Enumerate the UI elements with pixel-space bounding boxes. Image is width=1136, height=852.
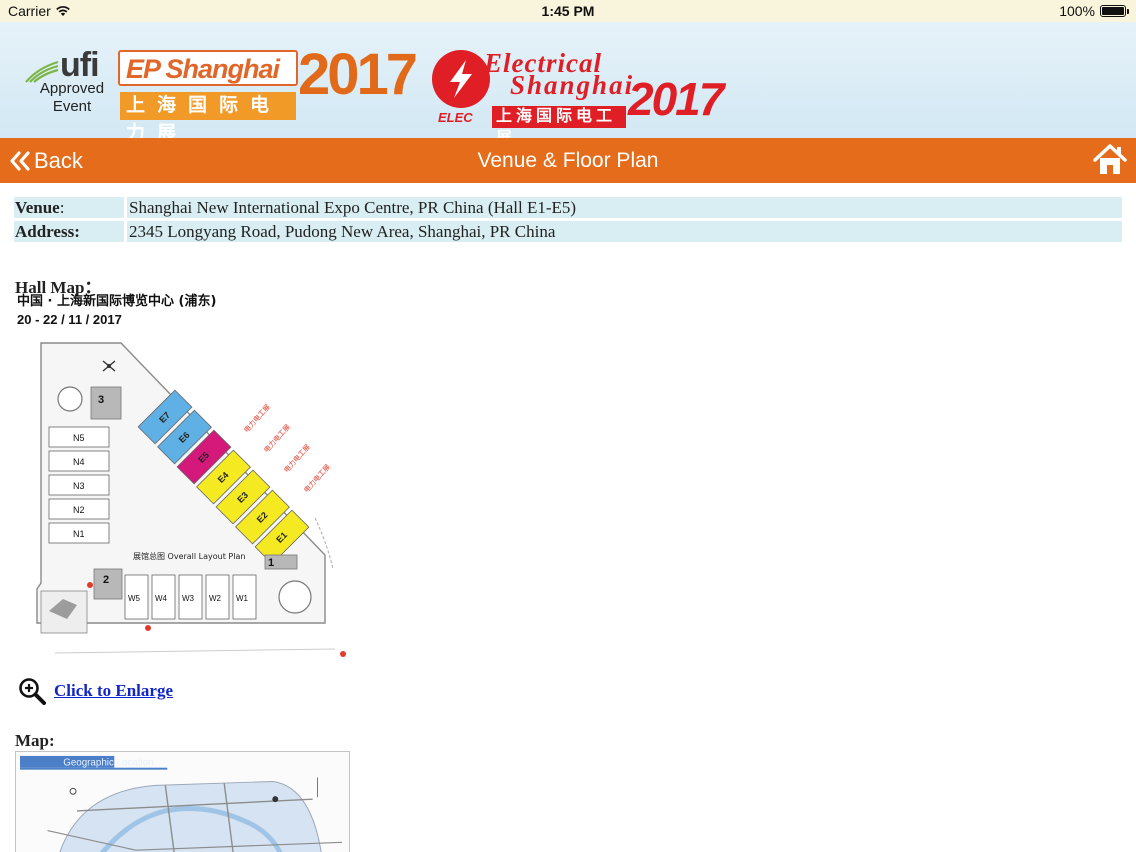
svg-text:电力电工展: 电力电工展 <box>302 462 332 494</box>
venue-label: Venue: <box>14 197 124 218</box>
hall-map-dates: 20 - 22 / 11 / 2017 <box>17 312 122 327</box>
gate-2-label: 2 <box>103 574 109 586</box>
hall-label-n2: N2 <box>73 505 85 515</box>
metro-marker-1 <box>87 582 93 588</box>
venue-value: Shanghai New International Expo Centre, … <box>127 197 1122 218</box>
svg-text:电力电工展: 电力电工展 <box>282 442 312 474</box>
status-time: 1:45 PM <box>541 3 595 19</box>
layout-caption: 展馆总图 Overall Layout Plan <box>133 551 245 561</box>
venue-row: Venue: Shanghai New International Expo C… <box>14 197 1122 218</box>
enlarge-hall-map[interactable]: Click to Enlarge <box>18 677 173 705</box>
carrier-label: Carrier <box>8 3 51 19</box>
gate-1-label: 1 <box>268 557 274 569</box>
back-button[interactable]: Back <box>8 144 83 177</box>
ep-shanghai-logo: EP Shanghai 2017 上海国际电力展 <box>118 46 418 144</box>
gate-3-block <box>90 386 122 420</box>
ep-shanghai-name: EP Shanghai <box>126 54 280 84</box>
shanghai-title: Shanghai <box>510 70 635 100</box>
metro-marker-2 <box>145 625 151 631</box>
zoom-in-icon <box>19 678 46 705</box>
hall-label-w4: W4 <box>155 594 168 603</box>
south-circle <box>278 580 312 614</box>
ep-shanghai-chinese: 上海国际电力展 <box>120 92 296 144</box>
elec-tag: ELEC <box>438 110 473 125</box>
ufi-approved-logo: ufi Approved Event <box>22 46 110 136</box>
electrical-shanghai-chinese: 上海国际电工展 <box>492 106 626 147</box>
wifi-icon <box>55 6 70 16</box>
nav-bar: Back Venue & Floor Plan <box>0 138 1136 183</box>
electrical-shanghai-year: 2017 <box>628 73 724 125</box>
hall-label-w2: W2 <box>209 594 222 603</box>
status-right: 100% <box>1059 3 1129 19</box>
battery-fill <box>1102 7 1124 15</box>
ufi-approved-text: Approved <box>39 80 105 97</box>
north-circle <box>57 386 83 412</box>
hall-label-w5: W5 <box>128 594 141 603</box>
hall-label-n4: N4 <box>73 457 85 467</box>
content-area: Venue: Shanghai New International Expo C… <box>0 183 1136 852</box>
ep-shanghai-box: EP Shanghai <box>118 50 298 86</box>
address-label: Address: <box>14 221 124 242</box>
geo-map-marker-1 <box>69 787 77 795</box>
hall-map-image[interactable]: 中国 · 上海新国际博览中心 (浦东) 20 - 22 / 11 / 2017 … <box>15 293 355 669</box>
elec-circle-icon <box>432 50 490 108</box>
address-row: Address: 2345 Longyang Road, Pudong New … <box>14 221 1122 242</box>
status-left: Carrier <box>8 3 71 19</box>
north-halls: N5 N4 N3 N2 N1 <box>48 426 110 544</box>
road-bottom <box>54 648 336 654</box>
lightning-bolt-icon <box>450 60 472 98</box>
ufi-event-text: Event <box>52 98 92 115</box>
home-button[interactable] <box>1092 143 1128 177</box>
click-to-enlarge-link[interactable]: Click to Enlarge <box>54 681 173 701</box>
hall-label-n1: N1 <box>73 529 85 539</box>
gate-3-label: 3 <box>98 394 104 406</box>
geo-map-header: Geographic Location <box>63 758 153 769</box>
header-banner: ufi Approved Event EP Shanghai 2017 上海国际… <box>0 22 1136 147</box>
battery-icon <box>1100 5 1129 17</box>
svg-text:电力电工展: 电力电工展 <box>262 422 292 454</box>
home-icon <box>1093 144 1127 174</box>
back-label: Back <box>34 147 83 173</box>
svg-text:电力电工展: 电力电工展 <box>242 402 272 434</box>
battery-percent: 100% <box>1059 3 1095 19</box>
map-label: Map: <box>15 731 55 750</box>
venue-info-table: Venue: Shanghai New International Expo C… <box>14 197 1122 242</box>
status-bar: Carrier 1:45 PM 100% <box>0 0 1136 22</box>
hall-label-n3: N3 <box>73 481 85 491</box>
double-chevron-left-icon <box>10 150 30 171</box>
metro-marker-3 <box>340 651 346 657</box>
hall-label-w3: W3 <box>182 594 195 603</box>
venue-colon: : <box>59 198 65 217</box>
west-halls: W5 W4 W3 W2 W1 <box>124 574 257 620</box>
page-title: Venue & Floor Plan <box>477 149 659 172</box>
ep-shanghai-year: 2017 <box>298 42 418 107</box>
hall-map-title-cn: 中国 · 上海新国际博览中心 (浦东) <box>17 293 216 309</box>
hall-label-n5: N5 <box>73 433 85 443</box>
hall-label-w1: W1 <box>236 594 249 603</box>
geo-map-marker-2 <box>272 796 279 803</box>
geographic-map-image[interactable]: Geographic Location <box>15 751 350 852</box>
electrical-shanghai-logo: ELEC Electrical Shanghai 上海国际电工展 2017 <box>432 48 732 147</box>
venue-label-text: Venue <box>15 198 60 217</box>
address-value: 2345 Longyang Road, Pudong New Area, Sha… <box>127 221 1122 242</box>
